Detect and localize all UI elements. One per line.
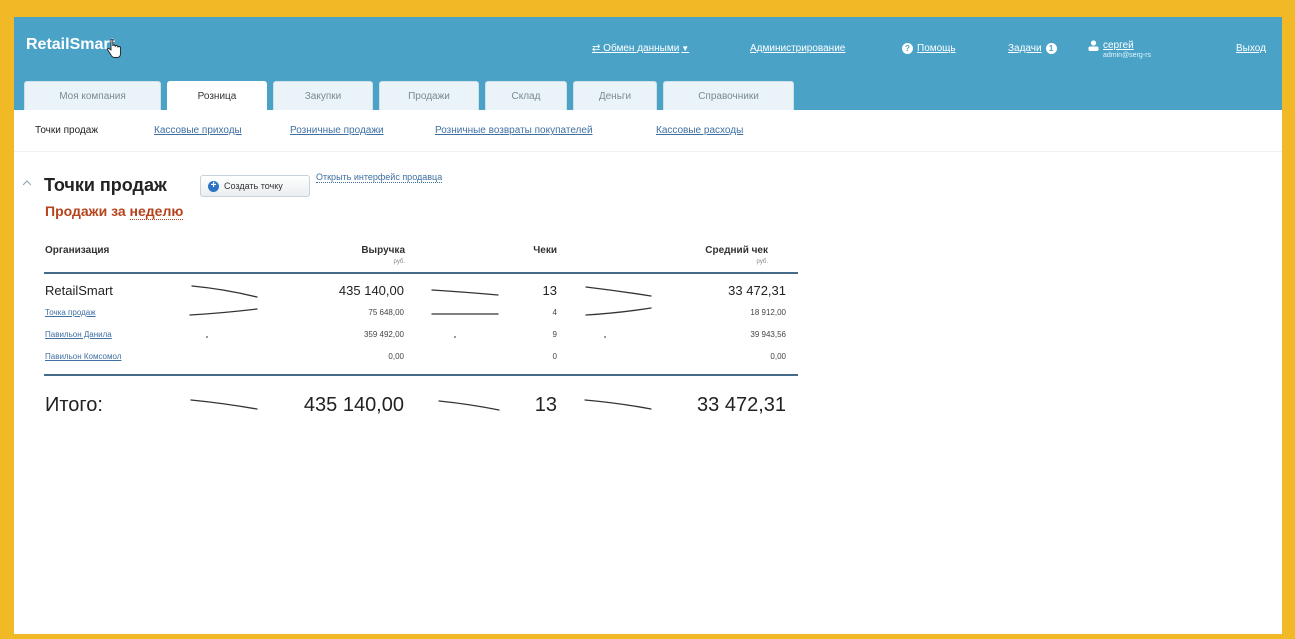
user-menu[interactable]: сергей admin@serg-rs (1088, 40, 1151, 59)
help-icon: ? (902, 43, 913, 54)
annotation-strokes (189, 285, 652, 411)
user-name: сергей (1103, 40, 1134, 51)
browser-frame: RetailSmart ⇄ Обмен данными ▼ Администрир… (14, 17, 1282, 634)
user-email: admin@serg-rs (1103, 52, 1151, 59)
help-label: Помощь (917, 43, 956, 54)
tasks-label: Задачи (1008, 43, 1042, 54)
user-icon (1088, 40, 1099, 51)
logout-link[interactable]: Выход (1236, 43, 1266, 54)
tasks-count-badge: 1 (1045, 43, 1057, 54)
tasks-link[interactable]: Задачи 1 (1008, 43, 1057, 54)
user-info: сергей admin@serg-rs (1103, 40, 1151, 59)
help-link[interactable]: ? Помощь (902, 43, 956, 54)
